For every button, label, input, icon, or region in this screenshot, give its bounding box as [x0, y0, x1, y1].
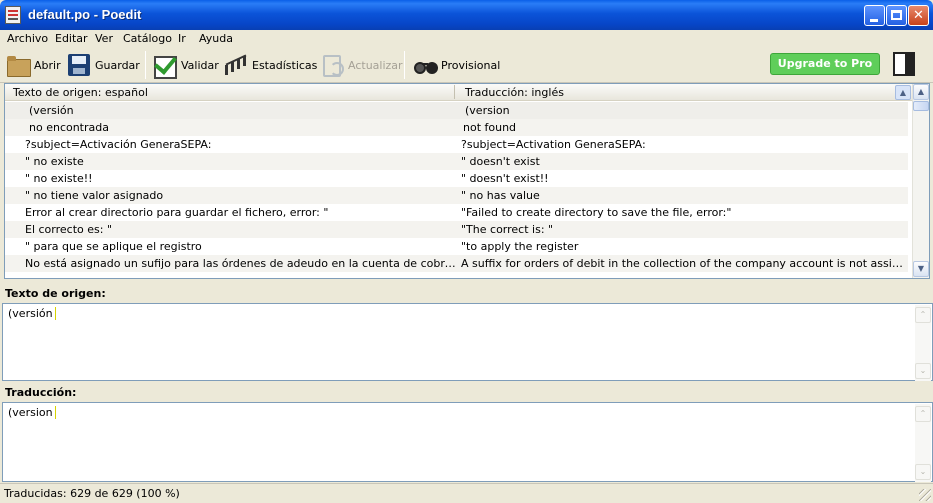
column-divider[interactable] [454, 85, 455, 99]
list-row[interactable]: " no tiene valor asignado " no has value [5, 187, 908, 204]
column-header-translation[interactable]: Traducción: inglés [465, 86, 564, 99]
checkbox-check-icon [153, 53, 177, 79]
scroll-up-icon[interactable]: ▲ [913, 84, 929, 100]
menu-ayuda[interactable]: Ayuda [199, 32, 233, 45]
close-button[interactable]: ✕ [908, 5, 929, 26]
close-icon: ✕ [913, 8, 924, 23]
list-header: Texto de origen: español Traducción: ing… [5, 84, 913, 101]
translation-text: (version [8, 406, 56, 419]
list-row[interactable]: " para que se aplique el registro "to ap… [5, 238, 908, 255]
refresh-document-icon [320, 53, 344, 77]
validate-label: Validar [181, 58, 219, 72]
update-label: Actualizar [348, 58, 403, 72]
column-header-source[interactable]: Texto de origen: español [13, 86, 148, 99]
status-bar: Traducidas: 629 de 629 (100 %) [0, 483, 933, 503]
menu-archivo[interactable]: Archivo [7, 32, 48, 45]
row-translation: ?subject=Activation GeneraSEPA: [461, 138, 646, 151]
glasses-icon [413, 53, 437, 77]
row-translation: " no has value [461, 189, 540, 202]
list-row[interactable]: " no existe!! " doesn't exist!! [5, 170, 908, 187]
menu-catalogo[interactable]: Catálogo [123, 32, 172, 45]
list-row[interactable]: Error al crear directorio para guardar e… [5, 204, 908, 221]
row-translation: "The correct is: " [461, 223, 554, 236]
toolbar-separator [404, 51, 405, 79]
row-source: El correcto es: " [25, 223, 113, 236]
maximize-button[interactable] [886, 5, 907, 26]
bar-chart-icon [224, 53, 248, 77]
update-button[interactable]: Actualizar [320, 51, 403, 79]
open-button[interactable]: Abrir [6, 51, 61, 79]
scroll-down-icon[interactable]: ⌄ [915, 464, 931, 480]
row-source: No está asignado un sufijo para las órde… [25, 257, 457, 270]
translation-list: Texto de origen: español Traducción: ing… [4, 83, 930, 279]
list-row[interactable]: no encontrada not found [5, 119, 908, 136]
scroll-up-icon[interactable]: ⌃ [915, 307, 931, 323]
statistics-button[interactable]: Estadísticas [224, 51, 317, 79]
fuzzy-label: Provisional [441, 58, 501, 72]
scroll-down-icon[interactable]: ⌄ [915, 363, 931, 379]
title-bar: default.po - Poedit ✕ [0, 0, 933, 30]
row-translation: " doesn't exist!! [461, 172, 549, 185]
menu-ver[interactable]: Ver [95, 32, 113, 45]
source-text: (versión [8, 307, 56, 320]
list-row[interactable]: " no existe " doesn't exist [5, 153, 908, 170]
statistics-label: Estadísticas [252, 58, 318, 72]
row-source: " no tiene valor asignado [25, 189, 164, 202]
row-translation: A suffix for orders of debit in the coll… [461, 257, 906, 270]
sort-arrow-icon[interactable]: ▲ [895, 85, 911, 100]
translated-count-status: Traducidas: 629 de 629 (100 %) [4, 487, 180, 500]
save-label: Guardar [95, 58, 140, 72]
minimize-icon [870, 19, 878, 22]
row-source: " no existe!! [25, 172, 93, 185]
row-source: (versión [29, 104, 74, 117]
row-translation: not found [463, 121, 517, 134]
translation-scrollbar[interactable]: ⌃ ⌄ [915, 404, 931, 482]
row-source: no encontrada [29, 121, 109, 134]
poedit-app-icon [5, 6, 21, 24]
resize-grip-icon[interactable] [919, 489, 931, 501]
row-source: " para que se aplique el registro [25, 240, 202, 253]
list-row[interactable]: El correcto es: " "The correct is: " [5, 221, 908, 238]
save-button[interactable]: Guardar [67, 51, 140, 79]
row-source: " no existe [25, 155, 84, 168]
row-translation: "Failed to create directory to save the … [461, 206, 732, 219]
source-translation-splitter[interactable] [0, 381, 933, 385]
list-editor-splitter[interactable] [0, 280, 933, 284]
upgrade-to-pro-button[interactable]: Upgrade to Pro [770, 53, 880, 75]
scroll-up-icon[interactable]: ⌃ [915, 406, 931, 422]
maximize-icon [891, 10, 902, 20]
row-source: Error al crear directorio para guardar e… [25, 206, 329, 219]
source-text-area[interactable]: (versión ⌃ ⌄ [2, 303, 933, 381]
toolbar-separator [145, 51, 146, 79]
scroll-down-icon[interactable]: ▼ [913, 261, 929, 277]
translation-text-area[interactable]: (version ⌃ ⌄ [2, 402, 933, 482]
validate-button[interactable]: Validar [153, 51, 219, 79]
translation-pane-label: Traducción: [5, 386, 77, 399]
folder-icon [6, 53, 31, 77]
list-vertical-scrollbar[interactable]: ▲ ▼ [912, 84, 929, 278]
scroll-thumb[interactable] [913, 101, 929, 111]
row-translation: "to apply the register [461, 240, 579, 253]
window-title: default.po - Poedit [28, 7, 142, 22]
floppy-disk-icon [67, 53, 91, 77]
source-scrollbar[interactable]: ⌃ ⌄ [915, 305, 931, 381]
fuzzy-toggle-button[interactable]: Provisional [413, 51, 500, 79]
list-row[interactable]: (versión (version [5, 102, 908, 119]
list-row[interactable]: No está asignado un sufijo para las órde… [5, 255, 908, 272]
menu-editar[interactable]: Editar [55, 32, 88, 45]
menu-ir[interactable]: Ir [178, 32, 186, 45]
row-source: ?subject=Activación GeneraSEPA: [25, 138, 212, 151]
open-label: Abrir [34, 58, 61, 72]
row-translation: " doesn't exist [461, 155, 540, 168]
source-pane-label: Texto de origen: [5, 287, 106, 300]
sidebar-toggle-icon[interactable] [893, 52, 915, 76]
minimize-button[interactable] [864, 5, 885, 26]
list-row[interactable]: ?subject=Activación GeneraSEPA: ?subject… [5, 136, 908, 153]
row-translation: (version [465, 104, 510, 117]
menu-bar: Archivo Editar Ver Catálogo Ir Ayuda [0, 30, 933, 47]
